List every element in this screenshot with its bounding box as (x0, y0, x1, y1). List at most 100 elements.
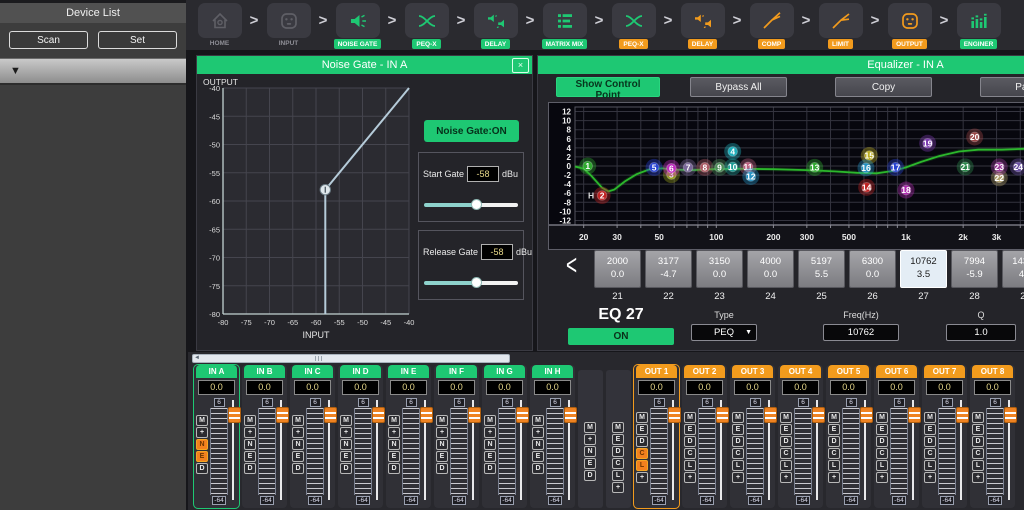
channel-button-m[interactable]: M (484, 415, 496, 426)
gain-value[interactable]: 0.0 (438, 380, 475, 395)
channel-button-e[interactable]: E (196, 451, 208, 462)
channel-button-e[interactable]: E (532, 451, 544, 462)
channel-button-n[interactable]: N (532, 439, 544, 450)
scroll-left-arrow-icon[interactable]: ◄ (194, 355, 200, 362)
channel-button-e[interactable]: E (876, 424, 888, 435)
channel-button-m[interactable]: M (972, 412, 984, 423)
fader-track[interactable] (324, 398, 334, 505)
eq-on-button[interactable]: ON (568, 328, 674, 345)
channel-button-n[interactable]: N (292, 439, 304, 450)
channel-button-+[interactable]: + (340, 427, 352, 438)
eq-control-point-5[interactable]: 5 (646, 159, 663, 176)
channel-button-e[interactable]: E (780, 424, 792, 435)
channel-button-l[interactable]: L (732, 460, 744, 471)
toolbar-item-peq-x[interactable]: PEQ-X (606, 3, 661, 49)
fader-handle[interactable] (372, 407, 385, 423)
device-group-dropdown[interactable]: ▼ (0, 58, 186, 85)
channel-strip-in-a[interactable]: IN A0.0M+NED6-64 (194, 365, 239, 508)
channel-button-+[interactable]: + (532, 427, 544, 438)
noise-gate-on-button[interactable]: Noise Gate:ON (424, 120, 519, 142)
fader-track[interactable] (468, 398, 478, 505)
gain-value[interactable]: 0.0 (534, 380, 571, 395)
gain-value[interactable]: 0.0 (390, 380, 427, 395)
channel-button-+[interactable]: + (876, 472, 888, 483)
channel-button-+[interactable]: + (484, 427, 496, 438)
channel-button-m[interactable]: M (388, 415, 400, 426)
channel-button-c[interactable]: C (828, 448, 840, 459)
eq-control-point-19[interactable]: 19 (919, 135, 936, 152)
gain-value[interactable]: 0.0 (686, 380, 723, 395)
channel-button-e[interactable]: E (828, 424, 840, 435)
channel-button-e[interactable]: E (388, 451, 400, 462)
channel-button-l[interactable]: L (972, 460, 984, 471)
channel-button-m[interactable]: M (340, 415, 352, 426)
fader-track[interactable] (228, 398, 238, 505)
channel-button-d[interactable]: D (876, 436, 888, 447)
channel-button-m[interactable]: M (780, 412, 792, 423)
toolbar-item-comp[interactable]: COMP (744, 3, 799, 49)
channel-button-m[interactable]: M (636, 412, 648, 423)
eq-band-cell[interactable]: 51975.5 (798, 250, 845, 288)
channel-button-e[interactable]: E (924, 424, 936, 435)
fader-handle[interactable] (420, 407, 433, 423)
channel-button-c[interactable]: C (924, 448, 936, 459)
channel-button-e[interactable]: E (636, 424, 648, 435)
channel-button-l[interactable]: L (828, 460, 840, 471)
channel-button-d[interactable]: D (828, 436, 840, 447)
eq-control-point-17[interactable]: 17 (887, 159, 904, 176)
channel-strip-in-h[interactable]: IN H0.0M+NED6-64 (530, 365, 575, 508)
channel-button-+[interactable]: + (828, 472, 840, 483)
channel-button-n[interactable]: N (484, 439, 496, 450)
eq-band-cell[interactable]: 143404.2 (1002, 250, 1024, 288)
channel-button-l[interactable]: L (684, 460, 696, 471)
fader-handle[interactable] (668, 407, 681, 423)
fader-track[interactable] (716, 398, 726, 505)
gain-value[interactable]: 0.0 (782, 380, 819, 395)
channel-button-n[interactable]: N (584, 446, 596, 457)
toolbar-item-enginer[interactable]: ENGINER (951, 3, 1006, 49)
channel-strip-in-c[interactable]: IN C0.0M+NED6-64 (290, 365, 335, 508)
channel-button-d[interactable]: D (972, 436, 984, 447)
channel-button-e[interactable]: E (340, 451, 352, 462)
gain-value[interactable]: 0.0 (342, 380, 379, 395)
release-gate-value[interactable]: -58 (481, 244, 513, 260)
eq-control-point-4[interactable]: 4 (724, 143, 741, 160)
channel-button-e[interactable]: E (584, 458, 596, 469)
channel-button-+[interactable]: + (436, 427, 448, 438)
fader-track[interactable] (1004, 398, 1014, 505)
channel-button-m[interactable]: M (684, 412, 696, 423)
channel-button-n[interactable]: N (244, 439, 256, 450)
equalizer-graph[interactable]: 121086420-2-4-6-8-10-1220305010020030050… (548, 102, 1024, 250)
channel-strip-in-e[interactable]: IN E0.0M+NED6-64 (386, 365, 431, 508)
close-icon[interactable]: × (512, 58, 529, 73)
channel-button-e[interactable]: E (612, 434, 624, 445)
eq-control-point-23[interactable]: 23 (991, 158, 1008, 175)
fader-handle[interactable] (516, 407, 529, 423)
eq-control-point-7[interactable]: 7 (680, 159, 697, 176)
channel-button-m[interactable]: M (612, 422, 624, 433)
freq-input[interactable]: 10762 (823, 324, 899, 341)
gain-value[interactable]: 0.0 (974, 380, 1011, 395)
start-gate-slider[interactable] (424, 199, 518, 210)
channel-button-+[interactable]: + (780, 472, 792, 483)
scan-button[interactable]: Scan (9, 31, 88, 49)
channel-button-l[interactable]: L (636, 460, 648, 471)
toolbar-item-peq-x[interactable]: PEQ-X (399, 3, 454, 49)
fader-handle[interactable] (956, 407, 969, 423)
slider-thumb[interactable] (471, 277, 482, 288)
channel-strip-out-2[interactable]: OUT 20.0MEDCL+6-64 (682, 365, 727, 508)
channel-button-m[interactable]: M (732, 412, 744, 423)
channel-button-d[interactable]: D (584, 470, 596, 481)
channel-button-m[interactable]: M (244, 415, 256, 426)
toolbar-item-home[interactable]: HOME (192, 3, 247, 47)
channel-button-c[interactable]: C (876, 448, 888, 459)
channel-button-+[interactable]: + (612, 482, 624, 493)
channel-button-m[interactable]: M (828, 412, 840, 423)
fader-track[interactable] (956, 398, 966, 505)
show-control-point-button[interactable]: Show Control Point (556, 77, 660, 97)
fader-handle[interactable] (468, 407, 481, 423)
eq-control-point-8[interactable]: 8 (696, 159, 713, 176)
channel-button-+[interactable]: + (584, 434, 596, 445)
channel-button-c[interactable]: C (636, 448, 648, 459)
fader-handle[interactable] (716, 407, 729, 423)
